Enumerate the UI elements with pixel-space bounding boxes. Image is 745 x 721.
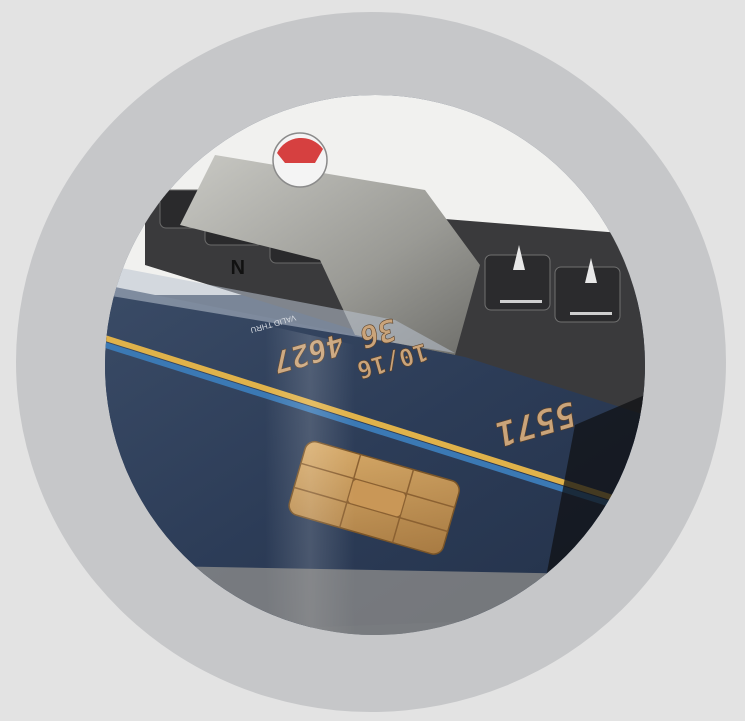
card-letter-mark: N bbox=[231, 255, 245, 277]
photo-frame: 36 4627 5571 10/16 VALID THRU N bbox=[105, 95, 645, 635]
screw bbox=[272, 132, 328, 188]
card-reader-photo: 36 4627 5571 10/16 VALID THRU N bbox=[105, 95, 645, 635]
